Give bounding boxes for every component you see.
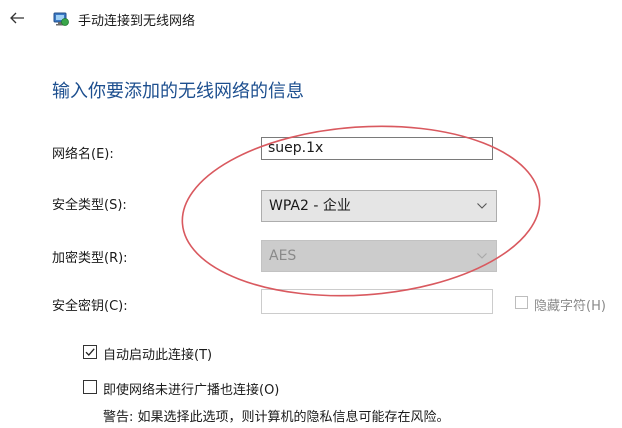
auto-start-label: 自动启动此连接(T) — [103, 348, 213, 363]
warning-text: 警告: 如果选择此选项，则计算机的隐私信息可能存在风险。 — [103, 410, 450, 425]
security-key-label: 安全密钥(C): — [52, 299, 128, 314]
checkmark-icon — [85, 348, 95, 356]
encryption-type-value: AES — [269, 248, 297, 264]
security-type-value: WPA2 - 企业 — [269, 198, 351, 214]
page-heading: 输入你要添加的无线网络的信息 — [52, 81, 304, 102]
connect-hidden-label: 即使网络未进行广播也连接(O) — [103, 383, 280, 398]
hide-chars-label: 隐藏字符(H) — [534, 299, 606, 314]
security-type-select[interactable]: WPA2 - 企业 — [261, 190, 497, 222]
back-arrow-icon[interactable] — [8, 10, 26, 26]
window-title: 手动连接到无线网络 — [78, 14, 196, 29]
chevron-down-icon — [477, 203, 487, 209]
connect-hidden-checkbox[interactable] — [83, 380, 97, 394]
security-key-input[interactable] — [261, 289, 493, 314]
security-type-label: 安全类型(S): — [52, 198, 127, 213]
network-name-value: suep.1x — [268, 140, 324, 156]
chevron-down-icon — [477, 253, 487, 259]
encryption-type-select[interactable]: AES — [261, 240, 497, 272]
auto-start-checkbox[interactable] — [83, 345, 97, 359]
network-name-label: 网络名(E): — [52, 147, 114, 162]
wireless-network-icon — [52, 10, 70, 28]
network-name-input[interactable]: suep.1x — [261, 137, 493, 160]
encryption-type-label: 加密类型(R): — [52, 251, 128, 266]
hide-chars-checkbox[interactable] — [515, 296, 528, 309]
